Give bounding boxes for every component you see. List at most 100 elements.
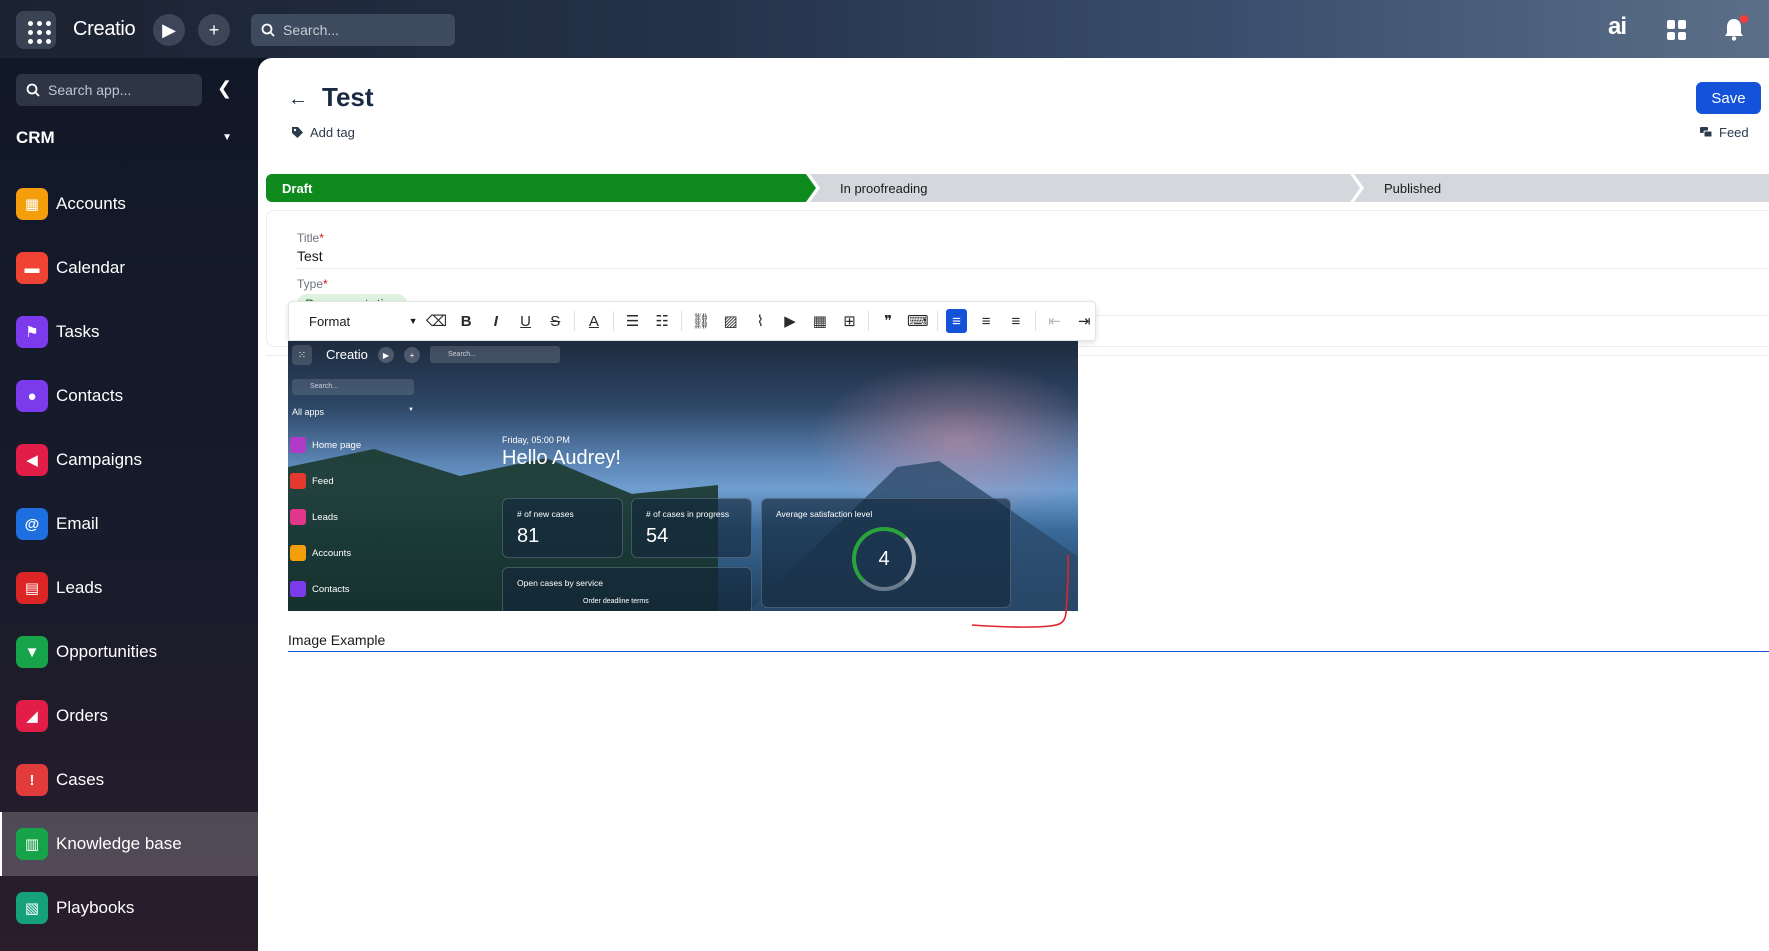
type-field-label: Type* — [297, 277, 328, 291]
format-dropdown[interactable]: Format ▼ — [309, 314, 418, 329]
code-icon[interactable]: ⌨ — [907, 309, 929, 333]
sidebar-item-label: Leads — [56, 578, 103, 597]
embedded-nav-item: Leads — [290, 509, 338, 525]
sidebar-item-playbooks[interactable]: ▧ Playbooks — [0, 876, 258, 940]
image-icon[interactable]: ▨ — [720, 309, 742, 333]
collapse-sidebar-icon[interactable]: ❮ — [217, 78, 232, 99]
sidebar-item-campaigns[interactable]: ◀ Campaigns — [0, 428, 258, 492]
embedded-card-open-cases: Open cases by service Order deadline ter… — [502, 567, 752, 611]
playbook-icon: ▧ — [16, 892, 48, 924]
sidebar-item-contacts[interactable]: ● Contacts — [0, 364, 258, 428]
stage-in-proofreading[interactable]: In proofreading — [810, 174, 1360, 202]
ai-assistant-button[interactable]: ai — [1608, 13, 1627, 41]
sidebar-search-input[interactable]: Search app... — [16, 74, 202, 106]
align-right-icon[interactable]: ≡ — [1005, 309, 1027, 333]
title-field-label: Title* — [297, 231, 324, 245]
sidebar-item-email[interactable]: @ Email — [0, 492, 258, 556]
embedded-app-launcher-icon: ⁙ — [292, 345, 312, 365]
save-button[interactable]: Save — [1696, 82, 1761, 114]
global-search-input[interactable]: Search... — [251, 14, 455, 46]
chevron-down-icon: ▼ — [222, 132, 232, 143]
creatio-logo: Creatio — [73, 18, 136, 40]
embedded-side-search: Search... — [292, 379, 414, 395]
sidebar-item-orders[interactable]: ◢ Orders — [0, 684, 258, 748]
sidebar-item-label: Knowledge base — [56, 834, 182, 853]
sidebar-item-label: Calendar — [56, 258, 125, 277]
strikethrough-icon[interactable]: S — [544, 309, 566, 333]
play-icon: ▶ — [162, 19, 176, 40]
numbered-list-icon[interactable]: ☰ — [622, 309, 644, 333]
back-arrow-icon[interactable]: ← — [288, 88, 308, 111]
card-label: Average satisfaction level — [776, 509, 873, 519]
card-label: Open cases by service — [517, 578, 603, 588]
italic-icon[interactable]: I — [485, 309, 507, 333]
add-tag-label: Add tag — [310, 125, 355, 140]
plus-icon: + — [208, 19, 220, 40]
video-icon[interactable]: ▶ — [779, 309, 801, 333]
quote-icon[interactable]: ❞ — [877, 309, 899, 333]
stage-published[interactable]: Published — [1354, 174, 1769, 202]
embedded-topbar: ⁙ Creatio ▶ + Search... — [288, 341, 1078, 369]
person-icon: ● — [16, 380, 48, 412]
sidebar-item-label: Contacts — [56, 386, 124, 405]
sidebar-item-calendar[interactable]: ▬ Calendar — [0, 236, 258, 300]
toolbar-separator — [681, 311, 683, 331]
workspace-selector[interactable]: CRM ▼ — [16, 128, 232, 148]
sidebar-item-knowledge-base[interactable]: ▥ Knowledge base — [0, 812, 258, 876]
embedded-card-cases-in-progress: # of cases in progress 54 — [631, 498, 752, 558]
toolbar-separator — [612, 311, 614, 331]
building-icon: ▦ — [16, 188, 48, 220]
funnel-icon: ▼ — [16, 636, 48, 668]
align-left-icon[interactable]: ≡ — [945, 309, 968, 333]
apps-grid-icon[interactable] — [1667, 20, 1687, 40]
stage-draft[interactable]: Draft — [266, 174, 816, 202]
bold-icon[interactable]: B — [455, 309, 477, 333]
underline-icon[interactable]: U — [515, 309, 537, 333]
tag-icon — [292, 127, 303, 138]
sidebar-item-cases[interactable]: ! Cases — [0, 748, 258, 812]
image-caption[interactable]: Image Example — [288, 632, 385, 648]
sidebar-item-label: Email — [56, 514, 99, 533]
bulleted-list-icon[interactable]: ☷ — [651, 309, 673, 333]
flag-icon: ⚑ — [16, 316, 48, 348]
embedded-plus-icon: + — [404, 347, 420, 363]
card-value: 81 — [517, 525, 540, 547]
insert-block-icon[interactable]: ⊞ — [839, 309, 861, 333]
sidebar-item-label: Tasks — [56, 322, 100, 341]
sidebar-item-leads[interactable]: ▤ Leads — [0, 556, 258, 620]
card-label: # of cases in progress — [646, 509, 730, 519]
sidebar-item-opportunities[interactable]: ▼ Opportunities — [0, 620, 258, 684]
embedded-nav-item: Contacts — [290, 581, 350, 597]
embedded-nav-item: Feed — [290, 473, 334, 489]
embedded-image[interactable]: ⁙ Creatio ▶ + Search... Search... All ap… — [288, 341, 1078, 611]
feed-label: Feed — [1719, 125, 1749, 140]
card-value: 54 — [646, 525, 669, 547]
sidebar-item-tasks[interactable]: ⚑ Tasks — [0, 300, 258, 364]
app-launcher-icon[interactable] — [16, 11, 56, 49]
link-icon[interactable]: ⛓ — [690, 309, 712, 333]
run-process-button[interactable]: ▶ — [153, 14, 185, 46]
feed-button[interactable]: Feed — [1700, 125, 1749, 140]
embedded-nav-item: Home page — [290, 437, 361, 453]
sidebar: Search app... ❮ CRM ▼ ▦ Accounts ▬ Calen… — [0, 58, 258, 951]
search-icon — [261, 23, 275, 37]
align-center-icon[interactable]: ≡ — [975, 309, 997, 333]
attachment-icon[interactable]: ⌇ — [749, 309, 771, 333]
main-content: ← Test Add tag Save Feed Draft In proofr… — [258, 58, 1769, 951]
text-color-icon[interactable]: A — [583, 309, 605, 333]
sidebar-item-accounts[interactable]: ▦ Accounts — [0, 172, 258, 236]
title-field[interactable]: Test — [297, 248, 323, 264]
sidebar-item-label: Orders — [56, 706, 108, 725]
table-icon[interactable]: ▦ — [809, 309, 831, 333]
outdent-icon[interactable]: ⇤ — [1044, 309, 1066, 333]
workspace-label: CRM — [16, 128, 55, 147]
add-tag-button[interactable]: Add tag — [292, 125, 355, 140]
clear-format-icon[interactable]: ⌫ — [426, 309, 448, 333]
add-button[interactable]: + — [198, 14, 230, 46]
embedded-sidebar: Search... All apps ▼ Home page Feed Leads… — [288, 369, 418, 611]
top-bar: Creatio ▶ + Search... ai — [0, 0, 1769, 58]
indent-icon[interactable]: ⇥ — [1073, 309, 1095, 333]
embedded-nav-item: Accounts — [290, 545, 351, 561]
toolbar-separator — [574, 311, 576, 331]
notifications-bell-icon[interactable] — [1723, 15, 1748, 46]
